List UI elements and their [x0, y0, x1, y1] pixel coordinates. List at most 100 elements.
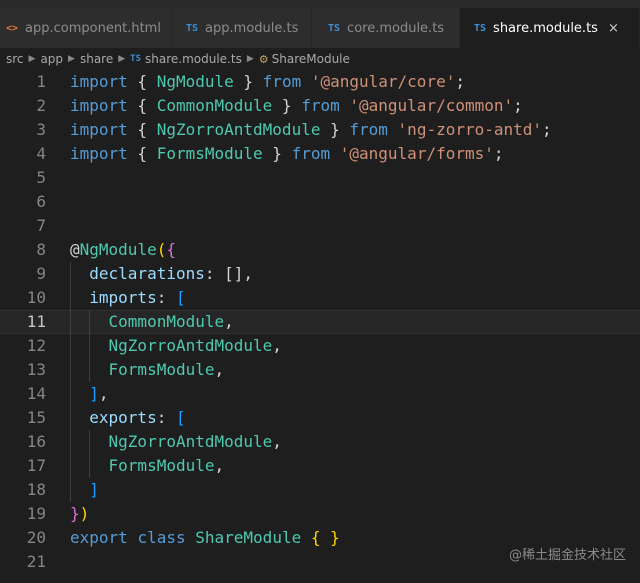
code-token: 'ng-zorro-antd' — [397, 120, 543, 139]
chevron-right-icon: ▶ — [246, 54, 254, 64]
code-line[interactable]: 3 import { NgZorroAntdModule } from 'ng-z… — [0, 118, 640, 142]
tab-share-module-ts[interactable]: TS share.module.ts × — [460, 8, 640, 48]
code-line[interactable]: 4 import { FormsModule } from '@angular/f… — [0, 142, 640, 166]
code-text: @NgModule({ — [70, 238, 176, 262]
code-line[interactable]: 10 imports: [ — [0, 286, 640, 310]
code-token: import — [70, 120, 128, 139]
code-text: NgZorroAntdModule, — [70, 430, 282, 454]
code-token: import — [70, 72, 128, 91]
code-line[interactable]: 2 import { CommonModule } from '@angular/… — [0, 94, 640, 118]
code-token: CommonModule — [156, 96, 273, 115]
code-token: , — [98, 384, 109, 403]
typescript-file-icon: TS — [328, 22, 341, 34]
code-token: NgZorroAntdModule — [108, 336, 273, 355]
code-line[interactable]: 9 declarations: [], — [0, 262, 640, 286]
code-text: ] — [70, 478, 99, 502]
code-line[interactable]: 14 ], — [0, 382, 640, 406]
line-number: 19 — [26, 504, 46, 523]
code-line[interactable]: 17 FormsModule, — [0, 454, 640, 478]
line-number: 17 — [26, 456, 46, 475]
indent-guide — [70, 262, 71, 502]
breadcrumb-share[interactable]: share — [80, 52, 113, 66]
code-token: from — [262, 72, 302, 91]
code-text: NgZorroAntdModule, — [70, 334, 282, 358]
code-line[interactable]: 8 @NgModule({ — [0, 238, 640, 262]
line-number: 5 — [36, 168, 46, 187]
code-editor[interactable]: 1 import { NgModule } from '@angular/core… — [0, 70, 640, 583]
code-token: { — [127, 144, 157, 163]
code-token: } — [272, 96, 302, 115]
line-number: 6 — [36, 192, 46, 211]
line-number: 4 — [36, 144, 46, 163]
code-token: [ — [175, 408, 186, 427]
line-number: 20 — [26, 528, 46, 547]
code-line[interactable]: 7 — [0, 214, 640, 238]
line-number: 15 — [26, 408, 46, 427]
code-line[interactable]: 1 import { NgModule } from '@angular/core… — [0, 70, 640, 94]
code-line[interactable]: 12 NgZorroAntdModule, — [0, 334, 640, 358]
breadcrumb-file[interactable]: TS share.module.ts — [130, 52, 242, 66]
code-line[interactable]: 13 FormsModule, — [0, 358, 640, 382]
code-token: from — [291, 144, 331, 163]
code-token: NgModule — [156, 72, 234, 91]
line-number: 10 — [26, 288, 46, 307]
breadcrumb-symbol[interactable]: ⚙ ShareModule — [259, 52, 350, 66]
breadcrumb-app[interactable]: app — [40, 52, 63, 66]
breadcrumb-file-label: share.module.ts — [145, 52, 242, 66]
code-token: { — [310, 528, 321, 547]
code-token: ] — [89, 384, 99, 403]
code-line[interactable]: 15 exports: [ — [0, 406, 640, 430]
code-text: import { NgZorroAntdModule } from 'ng-zo… — [70, 118, 552, 142]
code-token: { — [166, 240, 176, 259]
code-line[interactable]: 6 — [0, 190, 640, 214]
editor-tab-bar: <> app.component.html TS app.module.ts T… — [0, 8, 640, 48]
code-token: } — [70, 504, 80, 523]
code-token: : — [156, 408, 176, 427]
tab-app-component-html[interactable]: <> app.component.html — [0, 8, 172, 48]
html-file-icon: <> — [6, 22, 19, 34]
code-token: imports — [89, 288, 157, 307]
line-number: 13 — [26, 360, 46, 379]
code-token: FormsModule — [108, 360, 215, 379]
tab-label: app.component.html — [25, 20, 161, 36]
code-token: ) — [79, 504, 90, 523]
code-token: FormsModule — [156, 144, 263, 163]
line-number: 8 — [36, 240, 46, 259]
code-line[interactable]: 19}) — [0, 502, 640, 526]
tab-app-module-ts[interactable]: TS app.module.ts — [172, 8, 312, 48]
code-token: class — [137, 528, 186, 547]
line-number: 3 — [36, 120, 46, 139]
code-token: '@angular/core' — [310, 72, 456, 91]
code-line[interactable]: 16 NgZorroAntdModule, — [0, 430, 640, 454]
code-text: import { FormsModule } from '@angular/fo… — [70, 142, 504, 166]
code-text: import { NgModule } from '@angular/core'… — [70, 70, 465, 94]
typescript-file-icon: TS — [130, 54, 141, 64]
breadcrumb-src[interactable]: src — [6, 52, 24, 66]
code-line[interactable]: 18 ] — [0, 478, 640, 502]
close-icon[interactable]: × — [608, 21, 619, 36]
code-token: , — [214, 456, 225, 475]
line-number: 16 — [26, 432, 46, 451]
code-text: declarations: [], — [70, 262, 253, 286]
code-token: export — [70, 528, 128, 547]
code-line[interactable]: 5 — [0, 166, 640, 190]
code-token: , — [224, 312, 234, 331]
code-token: , — [272, 336, 282, 355]
code-token: from — [349, 120, 388, 139]
watermark-text: @稀土掘金技术社区 — [508, 548, 626, 563]
tab-core-module-ts[interactable]: TS core.module.ts — [312, 8, 460, 48]
code-token: : [], — [204, 264, 254, 283]
code-token: } — [262, 144, 292, 163]
chevron-right-icon: ▶ — [118, 54, 126, 64]
code-line[interactable]: 11 CommonModule, — [0, 310, 640, 334]
code-token: ; — [513, 96, 523, 115]
breadcrumb-symbol-label: ShareModule — [271, 52, 350, 66]
tab-label: app.module.ts — [205, 20, 299, 36]
